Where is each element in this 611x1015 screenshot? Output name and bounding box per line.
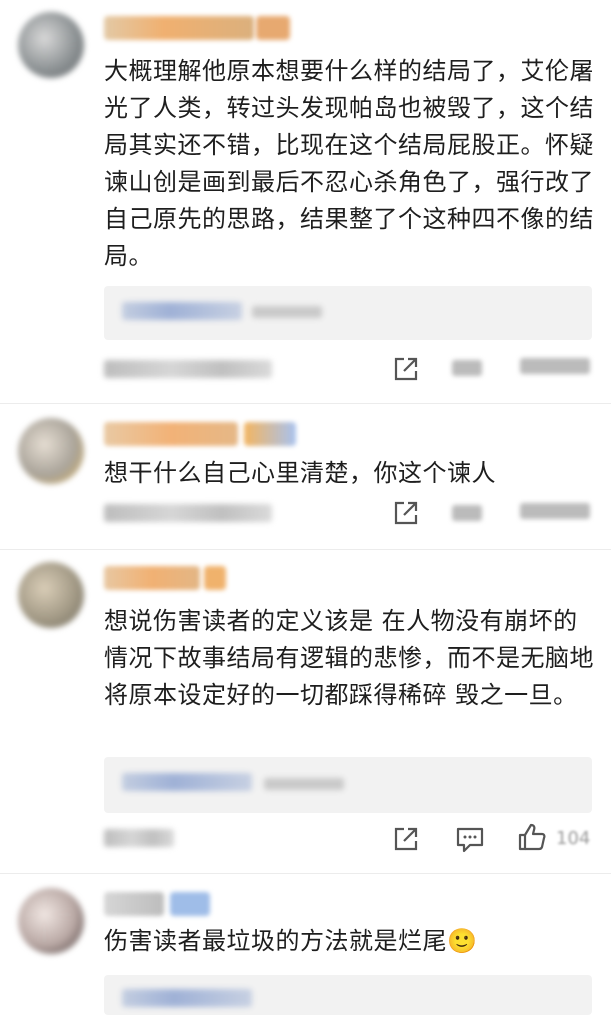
reply-preview-text [122,302,242,320]
like-button[interactable] [520,503,590,519]
divider [0,873,611,874]
username[interactable] [104,422,238,446]
user-badge [244,422,296,446]
comment-text: 大概理解他原本想要什么样的结局了，艾伦屠光了人类，转过头发现帕岛也被毁了，这个结… [104,57,594,270]
user-badge [170,892,210,916]
comment-button[interactable] [452,360,482,376]
like-button[interactable] [516,821,548,853]
like-button[interactable] [520,358,590,374]
comment-text: 伤害读者最垃圾的方法就是烂尾🙂 [104,927,478,955]
comment-button[interactable] [452,505,482,521]
share-button[interactable] [390,497,422,529]
comment-meta [104,829,174,847]
reply-preview[interactable] [104,286,592,340]
comment-meta [104,504,272,522]
username[interactable] [104,566,200,590]
username[interactable] [104,16,254,40]
comment-icon [456,827,484,853]
comment-button[interactable] [454,823,486,855]
username[interactable] [104,892,164,916]
share-button[interactable] [390,353,422,385]
comment-meta [104,360,272,378]
reply-preview-meta [264,778,344,790]
divider [0,403,611,404]
reply-preview-text [122,989,252,1007]
reply-preview[interactable] [104,757,592,813]
avatar[interactable] [18,12,84,78]
avatar[interactable] [18,418,84,484]
reply-preview-text [122,773,252,791]
share-icon [394,501,418,525]
reply-preview-meta [252,306,322,318]
avatar[interactable] [18,562,84,628]
like-count: 104 [556,828,591,849]
comment-text: 想干什么自己心里清楚，你这个谏人 [104,459,496,487]
reply-preview[interactable] [104,975,592,1015]
comment-text: 想说伤害读者的定义该是 在人物没有崩坏的情况下故事结局有逻辑的悲惨，而不是无脑地… [104,607,594,709]
avatar[interactable] [18,888,84,954]
share-icon [394,357,418,381]
divider [0,549,611,550]
share-icon [394,827,418,851]
user-badge [204,566,226,590]
user-badge [256,16,290,40]
thumbs-up-icon [518,823,546,851]
share-button[interactable] [390,823,422,855]
